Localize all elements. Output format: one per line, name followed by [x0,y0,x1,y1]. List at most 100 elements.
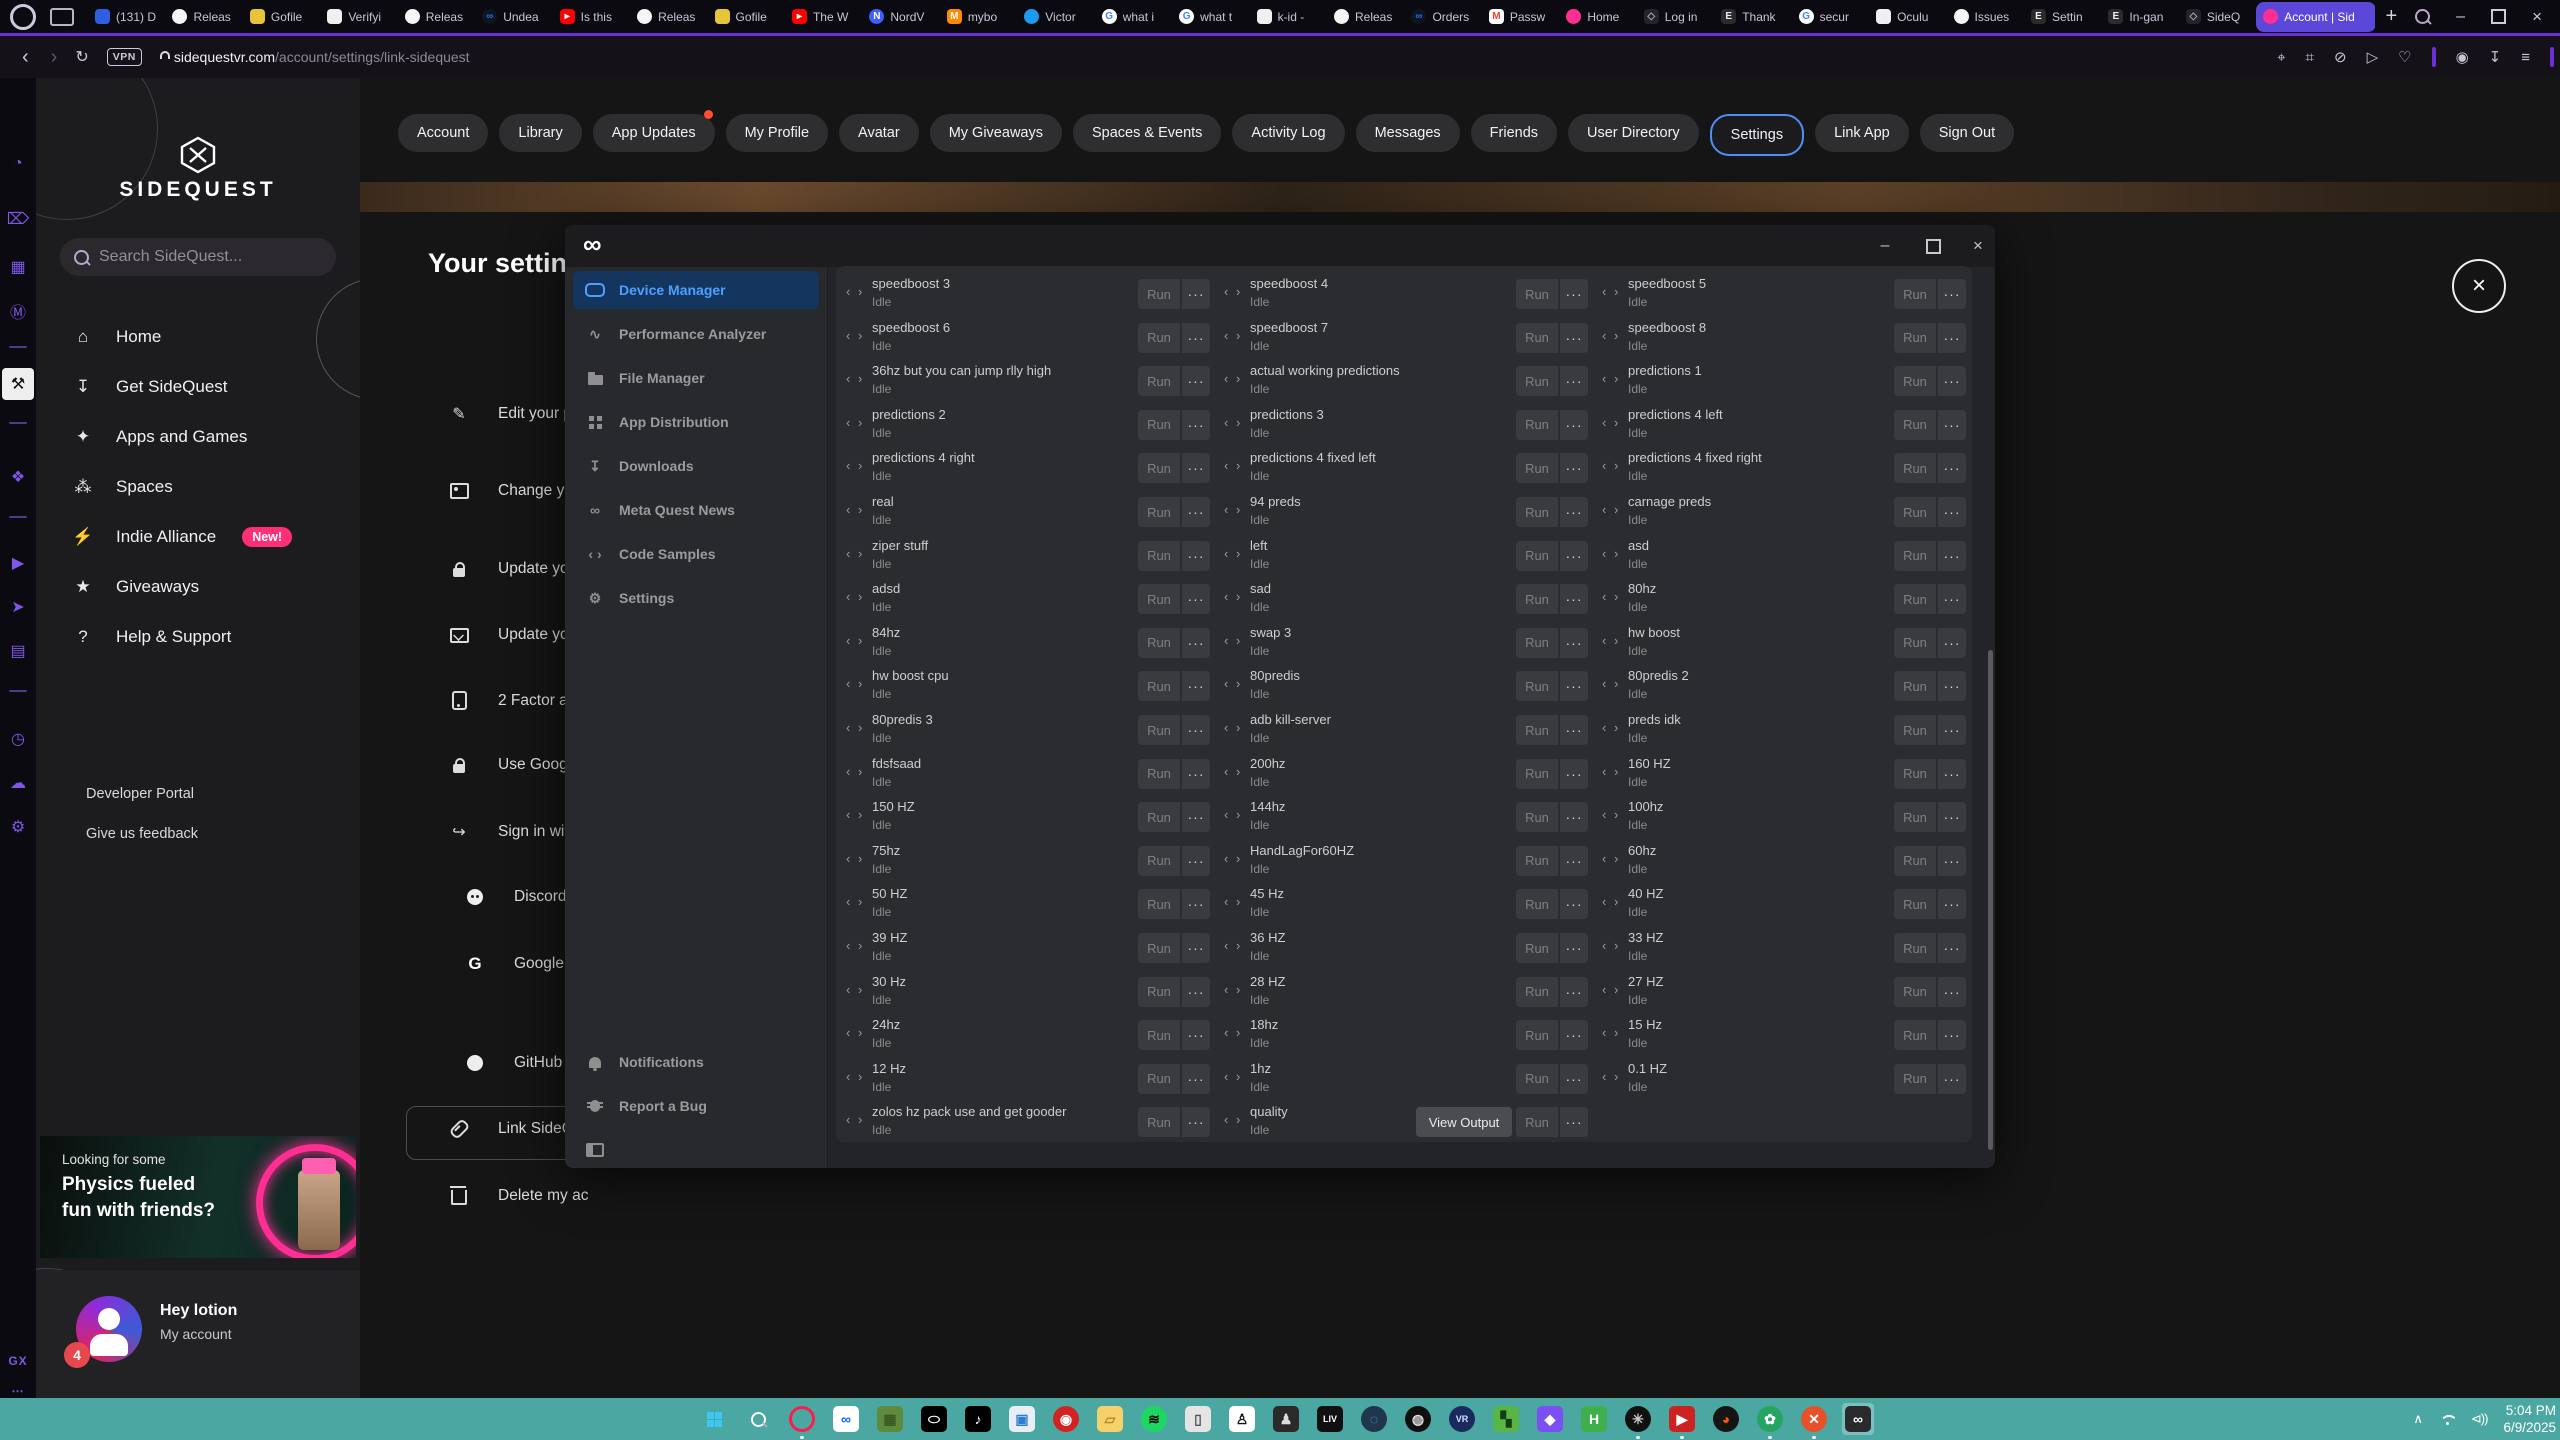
tab[interactable]: Gofile [243,2,320,32]
history-icon[interactable]: ◷ [0,732,36,748]
more-options-button[interactable]: ··· [1938,802,1966,832]
cloud-icon[interactable]: ☁ [0,776,36,792]
sidebar-item-apps-and-games[interactable]: ✦Apps and Games [72,420,247,454]
more-options-button[interactable]: ··· [1560,889,1588,919]
more-options-button[interactable]: ··· [1182,846,1210,876]
run-button[interactable]: Run [1138,366,1180,396]
run-button[interactable]: Run [1516,1064,1558,1094]
more-options-button[interactable]: ··· [1560,628,1588,658]
url-field[interactable]: sidequestvr.com/account/settings/link-si… [174,49,470,65]
mods-icon[interactable]: Ⓜ [0,306,36,322]
pin-icon[interactable]: ⌖ [2277,49,2285,66]
run-button[interactable]: Run [1894,410,1936,440]
taskbar-spotify-icon[interactable]: ≋ [1138,1403,1170,1435]
taskbar-antivirus-icon[interactable]: ◉ [1050,1403,1082,1435]
player-icon[interactable]: ▶ [0,556,36,572]
run-button[interactable]: Run [1894,846,1936,876]
more-options-button[interactable]: ··· [1182,410,1210,440]
sidebar-item-indie-alliance[interactable]: ⚡Indie AllianceNew! [72,520,292,554]
tab[interactable]: EIn-gan [2101,2,2178,32]
settings-item-update-your[interactable]: Update your [448,626,582,644]
more-options-button[interactable]: ··· [1560,410,1588,440]
minimize-button[interactable]: – [2456,8,2465,26]
more-options-button[interactable]: ··· [1938,977,1966,1007]
taskbar-mouse-software-icon[interactable]: ▯ [1182,1403,1214,1435]
more-options-button[interactable]: ··· [1182,977,1210,1007]
run-button[interactable]: Run [1138,628,1180,658]
sidebar-item-spaces[interactable]: ⁂Spaces [72,470,173,504]
taskbar-steamvr-icon[interactable]: ✳ [1622,1403,1654,1435]
mqdh-nav-performance-analyzer[interactable]: ∿Performance Analyzer [573,315,819,353]
run-button[interactable]: Run [1894,802,1936,832]
more-options-button[interactable]: ··· [1560,584,1588,614]
more-options-button[interactable]: ··· [1938,933,1966,963]
nav-pill-user-directory[interactable]: User Directory [1568,114,1699,152]
mqdh-nav-settings[interactable]: ⚙Settings [573,579,819,617]
tab[interactable]: Releas [398,2,475,32]
more-options-button[interactable]: ··· [1938,1064,1966,1094]
run-button[interactable]: Run [1894,889,1936,919]
taskbar-red-play-icon[interactable]: ▶ [1666,1403,1698,1435]
sliders-icon[interactable]: ≡ [2521,49,2530,66]
taskbar-photos-icon[interactable]: ▣ [1006,1403,1038,1435]
more-options-button[interactable]: ··· [1182,715,1210,745]
taskbar-tiktok-icon[interactable]: ♪ [962,1403,994,1435]
more-options-button[interactable]: ··· [1560,715,1588,745]
more-options-button[interactable]: ··· [1560,933,1588,963]
nav-pill-link-app[interactable]: Link App [1815,114,1909,152]
more-options-button[interactable]: ··· [1560,279,1588,309]
run-button[interactable]: Run [1516,671,1558,701]
opera-logo-icon[interactable] [10,4,36,30]
flow-icon[interactable]: ▷ [2367,48,2379,66]
capture-icon[interactable]: ⌗ [2306,49,2314,66]
run-button[interactable]: Run [1516,497,1558,527]
tab[interactable]: ∞Orders [1404,2,1481,32]
tab-overview-icon[interactable] [50,8,74,26]
more-options-button[interactable]: ··· [1560,671,1588,701]
more-options-button[interactable]: ··· [1182,1064,1210,1094]
run-button[interactable]: Run [1138,453,1180,483]
tab[interactable]: k-id - [1250,2,1327,32]
mqdh-maximize-button[interactable] [1913,225,1953,267]
run-button[interactable]: Run [1516,846,1558,876]
promo-banner[interactable]: Looking for some Physics fueled fun with… [40,1136,356,1258]
more-options-button[interactable]: ··· [1938,366,1966,396]
tab[interactable]: Home [1559,2,1636,32]
more-options-button[interactable]: ··· [1938,759,1966,789]
more-options-button[interactable]: ··· [1938,497,1966,527]
run-button[interactable]: Run [1516,933,1558,963]
account-section[interactable]: 4 Hey lotion My account [36,1270,360,1398]
run-button[interactable]: Run [1894,933,1936,963]
run-button[interactable]: Run [1138,1064,1180,1094]
more-options-button[interactable]: ··· [1938,671,1966,701]
mqdh-nav-device-manager[interactable]: Device Manager [573,271,819,309]
taskbar-dance-app-icon[interactable]: ♙ [1226,1403,1258,1435]
run-button[interactable]: Run [1138,323,1180,353]
more-options-button[interactable]: ··· [1938,541,1966,571]
nav-pill-settings[interactable]: Settings [1710,114,1804,156]
settings-item-google[interactable]: GGoogle [464,954,564,974]
run-button[interactable]: Run [1894,628,1936,658]
nav-pill-avatar[interactable]: Avatar [839,114,919,152]
tab[interactable]: Gofile [708,2,785,32]
run-button[interactable]: Run [1516,279,1558,309]
run-button[interactable]: Run [1138,802,1180,832]
taskbar-creeper-icon[interactable]: ▚ [1490,1403,1522,1435]
run-button[interactable]: Run [1138,671,1180,701]
sidebar-item-get-sidequest[interactable]: ↧Get SideQuest [72,370,228,404]
taskbar-opera-gx-icon[interactable]: O [786,1403,818,1435]
mqdh-nav-downloads[interactable]: ↧Downloads [573,447,819,485]
run-button[interactable]: Run [1516,628,1558,658]
nav-pill-messages[interactable]: Messages [1356,114,1460,152]
tab[interactable]: (131) D [88,2,165,32]
run-button[interactable]: Run [1894,279,1936,309]
sidebar-toggle[interactable] [2550,47,2554,67]
taskbar-h-app-icon[interactable]: H [1578,1403,1610,1435]
run-button[interactable]: Run [1516,1107,1558,1137]
tab[interactable]: ∞Undea [475,2,552,32]
more-options-button[interactable]: ··· [1182,933,1210,963]
nav-pill-friends[interactable]: Friends [1471,114,1557,152]
vpn-badge[interactable]: VPN [107,48,142,66]
run-button[interactable]: Run [1894,323,1936,353]
taskbar-search-icon[interactable] [742,1403,774,1435]
